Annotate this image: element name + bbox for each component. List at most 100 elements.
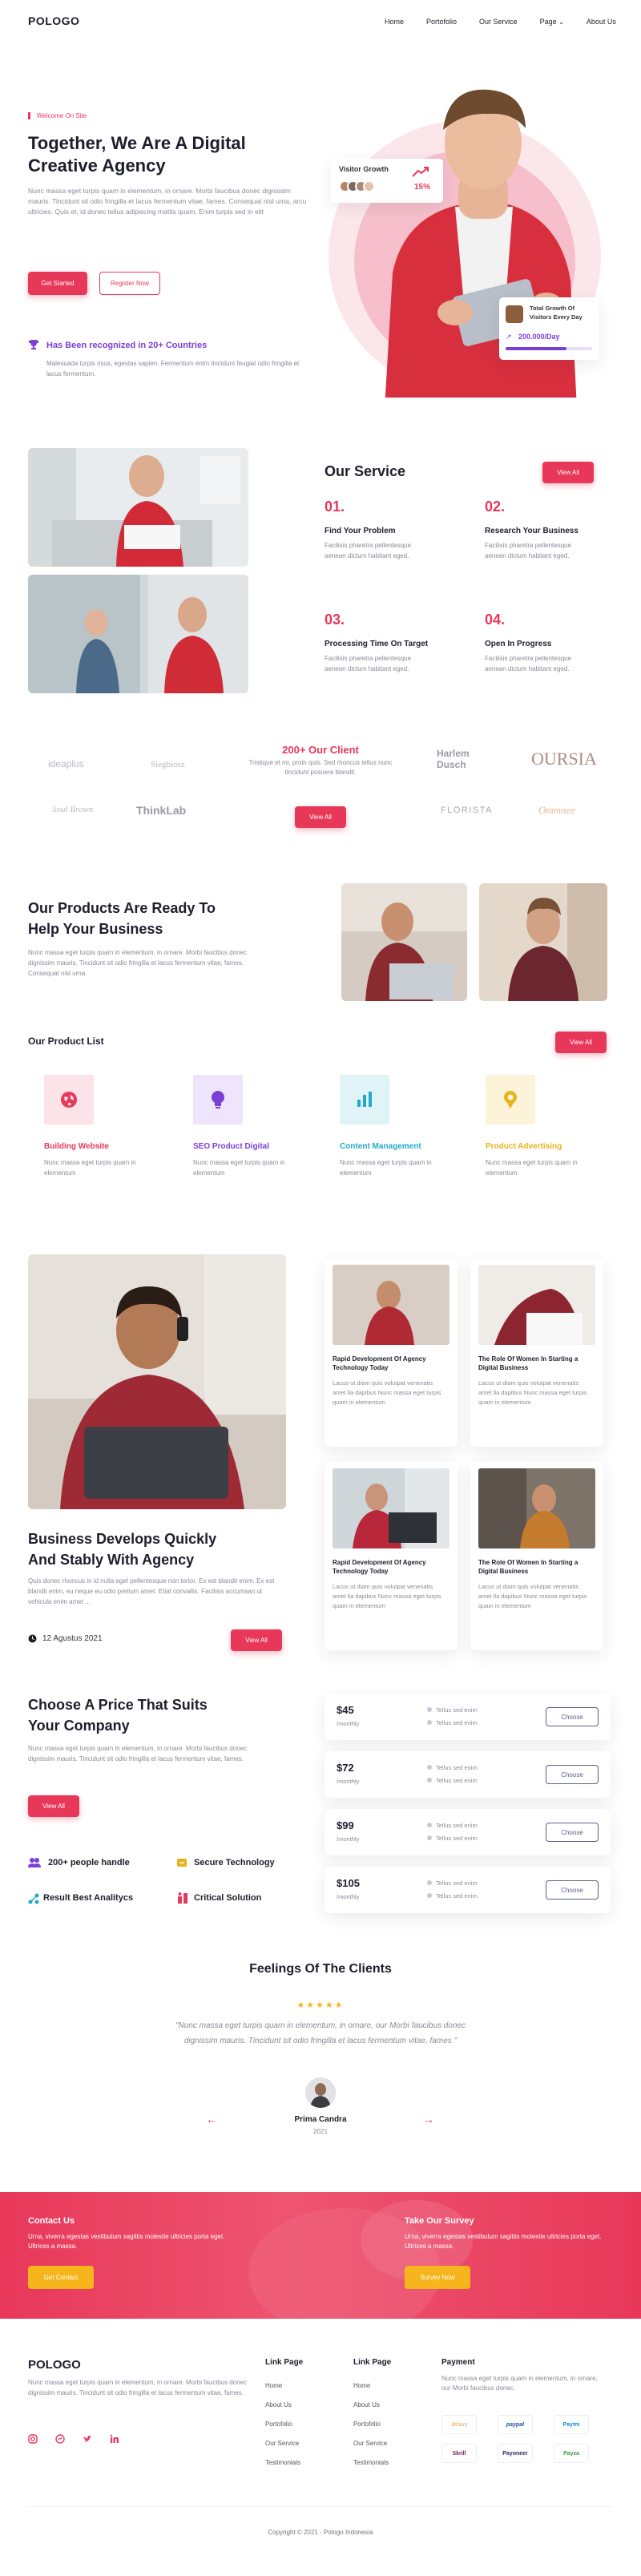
blog-description: Quis donec rhoncus in id nulla eget pell… bbox=[28, 1577, 275, 1605]
product-card-title: SEO Product Digital bbox=[193, 1142, 270, 1151]
visitor-growth-card: Visitor Growth 15% bbox=[331, 159, 443, 203]
plan-feature: Tellus sed enim bbox=[427, 1835, 478, 1842]
messenger-icon[interactable] bbox=[55, 2434, 65, 2444]
trophy-icon bbox=[28, 339, 39, 350]
service-view-all-button[interactable]: View All bbox=[542, 462, 594, 483]
check-icon bbox=[427, 1893, 432, 1898]
blog-card-title: Rapid Development Of Agency Technology T… bbox=[333, 1559, 426, 1575]
pricing-plan-card: $105 /monthly Tellus sed enim Tellus sed… bbox=[325, 1867, 611, 1913]
service-photo-top bbox=[28, 448, 248, 567]
client-logo: Harlem Dusch bbox=[437, 748, 470, 770]
service-title: Our Service bbox=[325, 463, 406, 479]
footer-link-our-service[interactable]: Our Service bbox=[265, 2440, 300, 2447]
footer-link-home[interactable]: Home bbox=[265, 2382, 300, 2389]
blog-card[interactable]: The Role Of Women In Starting a Digital … bbox=[470, 1462, 603, 1650]
client-logo: ThinkLab bbox=[136, 804, 187, 817]
nav-our-service[interactable]: Our Service bbox=[479, 18, 518, 26]
choose-plan-button[interactable]: Choose bbox=[546, 1823, 599, 1842]
product-card[interactable]: Product Advertising Nunc massa eget turp… bbox=[486, 1075, 606, 1178]
check-icon bbox=[427, 1823, 432, 1827]
nav-about-us[interactable]: About Us bbox=[587, 18, 616, 26]
product-view-all-button[interactable]: View All bbox=[555, 1032, 607, 1053]
product-card-desc: Nunc massa eget turpis quam in elementum bbox=[340, 1159, 432, 1177]
products-description: Nunc massa eget turpis quam in elementum… bbox=[28, 949, 248, 977]
plan-feature-label: Tellus sed enim bbox=[436, 1880, 478, 1887]
visitor-growth-label: Visitor Growth bbox=[339, 165, 389, 173]
nav-home[interactable]: Home bbox=[385, 18, 404, 26]
plan-period: /monthly bbox=[337, 1893, 360, 1900]
blog-card-image bbox=[333, 1265, 450, 1345]
blog-card[interactable]: The Role Of Women In Starting a Digital … bbox=[470, 1258, 603, 1447]
blog-view-all-button[interactable]: View All bbox=[231, 1629, 282, 1651]
footer-link-portofolio[interactable]: Portofolio bbox=[265, 2421, 300, 2428]
plan-price: $72 bbox=[337, 1762, 354, 1774]
check-icon bbox=[427, 1765, 432, 1770]
nav-page[interactable]: Page ⌄ bbox=[540, 18, 564, 26]
testimonial-quote: "Nunc massa eget turpis quam in elementu… bbox=[175, 2021, 466, 2045]
blog-card[interactable]: Rapid Development Of Agency Technology T… bbox=[325, 1258, 458, 1447]
register-now-button[interactable]: Register Now bbox=[99, 272, 160, 295]
linkedin-icon[interactable] bbox=[110, 2434, 119, 2444]
check-icon bbox=[427, 1707, 432, 1712]
clients-view-all-button[interactable]: View All bbox=[295, 806, 346, 828]
product-card-desc: Nunc massa eget turpis quam in elementum bbox=[486, 1159, 578, 1177]
total-growth-value: 200.000/Day bbox=[518, 333, 560, 341]
product-card[interactable]: SEO Product Digital Nunc massa eget turp… bbox=[193, 1075, 313, 1178]
survey-now-button[interactable]: Survey Now bbox=[405, 2266, 470, 2289]
get-contact-button[interactable]: Get Contact bbox=[28, 2266, 94, 2289]
choose-plan-button[interactable]: Choose bbox=[546, 1880, 599, 1900]
service-item-title: Find Your Problem bbox=[325, 527, 396, 535]
footer-links-col2: Home About Us Portofolio Our Service Tes… bbox=[353, 2382, 389, 2466]
pricing-view-all-button[interactable]: View All bbox=[28, 1795, 79, 1817]
nav-portofolio[interactable]: Portofolio bbox=[426, 18, 457, 26]
twitter-icon[interactable] bbox=[83, 2434, 92, 2444]
survey-description: Urna, viverra egestas vestibulum sagitti… bbox=[405, 2233, 602, 2250]
product-card[interactable]: Building Website Nunc massa eget turpis … bbox=[44, 1075, 164, 1178]
product-list-title: Our Product List bbox=[28, 1036, 104, 1047]
contact-description: Urna, viverra egestas vestibulum sagitti… bbox=[28, 2233, 225, 2250]
plan-feature-label: Tellus sed enim bbox=[436, 1706, 478, 1714]
main-nav: Home Portofolio Our Service Page ⌄ About… bbox=[385, 18, 616, 26]
product-card-title: Product Advertising bbox=[486, 1142, 562, 1151]
product-card[interactable]: Content Management Nunc massa eget turpi… bbox=[340, 1075, 460, 1178]
service-number: 04. bbox=[485, 612, 506, 628]
plan-price: $105 bbox=[337, 1877, 360, 1889]
chart-thumbnail-icon bbox=[506, 305, 523, 323]
testimonial-name: Prima Candra bbox=[294, 2115, 347, 2124]
footer-link-testimonials[interactable]: Testimonials bbox=[353, 2459, 389, 2466]
avatar bbox=[305, 2077, 336, 2108]
plan-price: $45 bbox=[337, 1704, 354, 1716]
payment-logo: Payza bbox=[554, 2444, 589, 2463]
choose-plan-button[interactable]: Choose bbox=[546, 1765, 599, 1784]
service-number: 02. bbox=[485, 499, 506, 515]
total-growth-label: Total Growth Of Visitors Every Day bbox=[530, 305, 583, 321]
product-card-title: Building Website bbox=[44, 1142, 109, 1151]
footer-link-home[interactable]: Home bbox=[353, 2382, 389, 2389]
footer-link-about-us[interactable]: About Us bbox=[265, 2401, 300, 2408]
instagram-icon[interactable] bbox=[28, 2434, 38, 2444]
clock-icon bbox=[28, 1634, 37, 1643]
check-icon bbox=[427, 1880, 432, 1885]
footer-link-about-us[interactable]: About Us bbox=[353, 2401, 389, 2408]
footer-brand[interactable]: POLOGO bbox=[28, 2358, 81, 2372]
plan-period: /monthly bbox=[337, 1778, 360, 1785]
footer-link-testimonials[interactable]: Testimonials bbox=[265, 2459, 300, 2466]
footer-link-our-service[interactable]: Our Service bbox=[353, 2440, 389, 2447]
get-started-button[interactable]: Get Started bbox=[28, 272, 87, 295]
client-logo: FLORISTA bbox=[441, 806, 493, 815]
cta-band: Contact Us Urna, viverra egestas vestibu… bbox=[0, 2192, 641, 2319]
pricing-feature: Result Best Analitycs bbox=[43, 1893, 134, 1903]
blog-card-title: Rapid Development Of Agency Technology T… bbox=[333, 1355, 426, 1371]
product-card-title: Content Management bbox=[340, 1142, 421, 1151]
shield-icon bbox=[176, 1857, 187, 1868]
pricing-plan-card: $45 /monthly Tellus sed enim Tellus sed … bbox=[325, 1694, 611, 1740]
footer-link-portofolio[interactable]: Portofolio bbox=[353, 2421, 389, 2428]
client-logo: OURSIA bbox=[531, 749, 597, 769]
footer-divider bbox=[28, 2506, 611, 2507]
blog-card[interactable]: Rapid Development Of Agency Technology T… bbox=[325, 1462, 458, 1650]
product-photo-1 bbox=[341, 883, 467, 1001]
total-growth-card: Total Growth Of Visitors Every Day ↗ 200… bbox=[499, 297, 599, 360]
brand-logo[interactable]: POLOGO bbox=[28, 14, 79, 27]
choose-plan-button[interactable]: Choose bbox=[546, 1707, 599, 1726]
service-item: 02. Research Your Business Facilisis pha… bbox=[485, 499, 613, 561]
